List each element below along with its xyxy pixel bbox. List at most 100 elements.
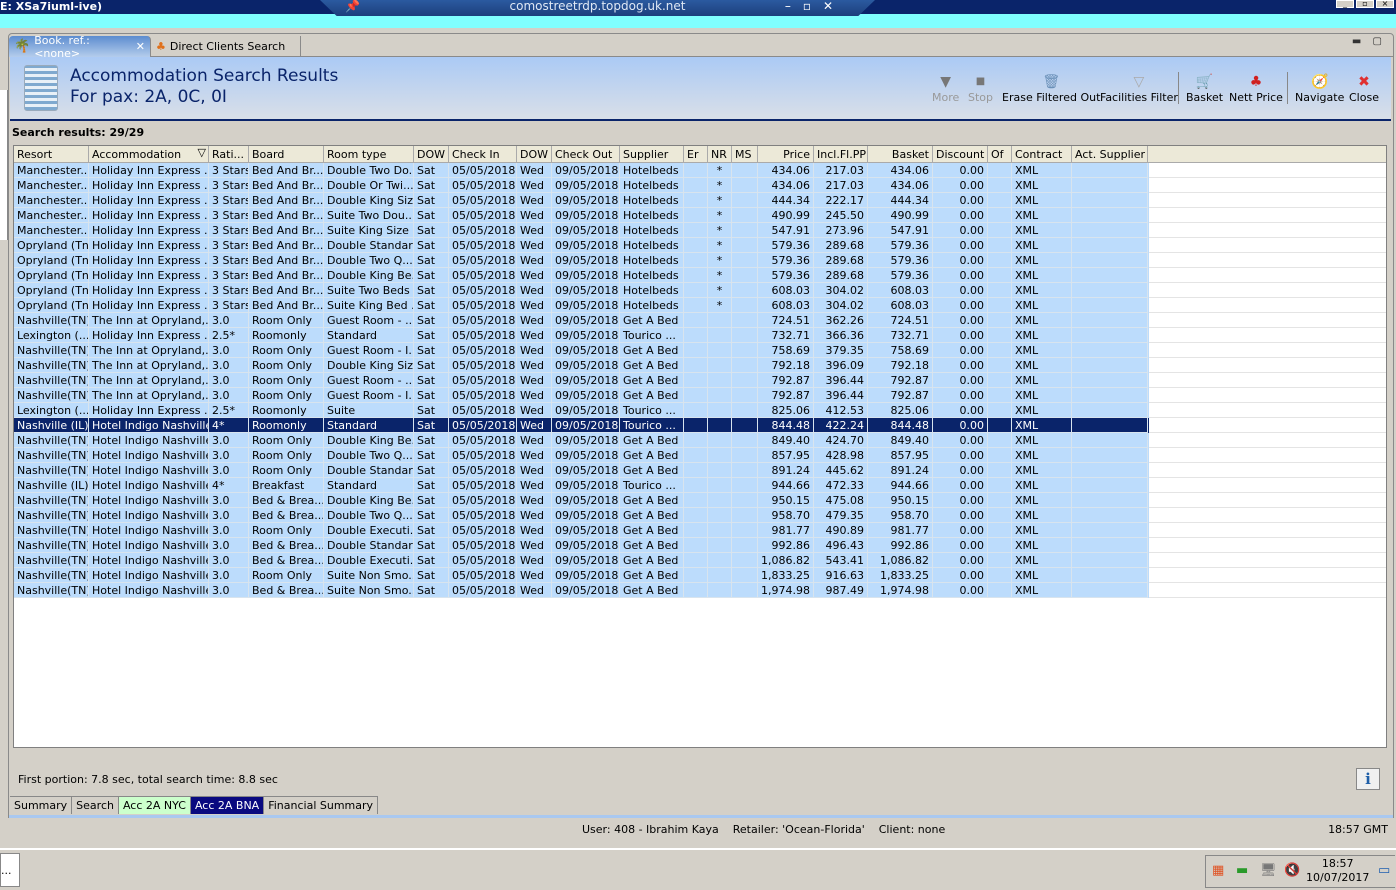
cell-accommodation: The Inn at Opryland,...: [89, 313, 209, 328]
cell-dow-out: Wed: [517, 313, 552, 328]
cell-contract: XML: [1012, 553, 1072, 568]
cell-incl-fl-pp: 472.33: [814, 478, 868, 493]
bottom-tab-bar: Summary Search Acc 2A NYC Acc 2A BNA Financi…: [10, 796, 379, 814]
bottom-tab-acc-2a-bna[interactable]: Acc 2A BNA: [190, 797, 265, 814]
table-row[interactable]: Nashville (IL) Hotel Indigo Nashville 4* Ro…: [14, 418, 1149, 433]
bottom-tab-search[interactable]: Search: [72, 797, 119, 814]
column-header-ms[interactable]: MS: [732, 146, 758, 163]
table-row[interactable]: Manchester... Holiday Inn Express ... 3 St…: [14, 163, 1149, 178]
cell-of: [988, 583, 1012, 598]
column-header-room-type[interactable]: Room type: [324, 146, 414, 163]
nett-price-button[interactable]: ♣ Nett Price: [1229, 73, 1283, 104]
show-desktop-icon[interactable]: ▭: [1378, 863, 1390, 878]
cell-dow-in: Sat: [414, 238, 449, 253]
table-row[interactable]: Nashville(TN) Hotel Indigo Nashville 3.0 Be…: [14, 508, 1149, 523]
table-row[interactable]: Manchester... Holiday Inn Express ... 3 St…: [14, 223, 1149, 238]
cell-board: Bed And Br...: [249, 163, 324, 178]
table-row[interactable]: Lexington (... Holiday Inn Express ... 2.5…: [14, 403, 1149, 418]
more-button[interactable]: ▼ More: [932, 73, 959, 104]
column-header-accommodation[interactable]: Accommodation ▽: [89, 146, 209, 163]
table-row[interactable]: Opryland (Tn) Holiday Inn Express ... 3 St…: [14, 238, 1149, 253]
cell-supplier: Get A Bed: [620, 508, 684, 523]
close-window-button[interactable]: ×: [1376, 0, 1394, 8]
column-header-dow-in[interactable]: DOW: [414, 146, 449, 163]
cell-act-supplier: [1072, 388, 1148, 403]
table-row[interactable]: Nashville(TN) Hotel Indigo Nashville 3.0 Ro…: [14, 448, 1149, 463]
minimize-button[interactable]: _: [1336, 0, 1354, 8]
network-card-icon[interactable]: ▬: [1236, 863, 1248, 878]
cell-er: [684, 418, 708, 433]
navigate-button[interactable]: 🧭 Navigate: [1295, 73, 1344, 104]
column-header-act-supplier[interactable]: Act. Supplier: [1072, 146, 1148, 163]
table-row[interactable]: Manchester... Holiday Inn Express ... 3 St…: [14, 193, 1149, 208]
erase-filtered-out-button[interactable]: 🗑 Erase Filtered Out: [1002, 73, 1100, 104]
column-header-nr[interactable]: NR: [708, 146, 732, 163]
cell-contract: XML: [1012, 508, 1072, 523]
column-header-of[interactable]: Of: [988, 146, 1012, 163]
column-header-rating[interactable]: Rati...: [209, 146, 249, 163]
taskbar-item[interactable]: ...: [0, 853, 20, 887]
table-row[interactable]: Manchester... Holiday Inn Express ... 3 St…: [14, 178, 1149, 193]
stop-button[interactable]: ■ Stop: [968, 73, 993, 104]
antivirus-icon[interactable]: ▦: [1212, 863, 1224, 878]
table-row[interactable]: Nashville(TN) Hotel Indigo Nashville 3.0 Be…: [14, 583, 1149, 598]
table-row[interactable]: Nashville(TN) Hotel Indigo Nashville 3.0 Ro…: [14, 463, 1149, 478]
column-header-board[interactable]: Board: [249, 146, 324, 163]
table-row[interactable]: Nashville (IL) Hotel Indigo Nashville 4* Br…: [14, 478, 1149, 493]
restore-button[interactable]: ▫: [1356, 0, 1374, 8]
column-header-discount[interactable]: Discount: [933, 146, 988, 163]
pin-icon[interactable]: 📌: [345, 0, 360, 12]
column-header-resort[interactable]: Resort: [14, 146, 89, 163]
bottom-tab-summary[interactable]: Summary: [10, 797, 73, 814]
close-button[interactable]: ✖ Close: [1349, 73, 1379, 104]
tab-booking[interactable]: 🌴 Book. ref.: <none> ✕: [9, 34, 151, 60]
table-row[interactable]: Opryland (Tn) Holiday Inn Express ... 3 St…: [14, 268, 1149, 283]
network-icon[interactable]: 🖥: [1260, 863, 1277, 878]
rdp-window-controls[interactable]: –▫✕: [785, 0, 845, 12]
column-header-price[interactable]: Price: [758, 146, 814, 163]
table-row[interactable]: Nashville(TN) Hotel Indigo Nashville 3.0 Be…: [14, 538, 1149, 553]
table-row[interactable]: Nashville(TN) Hotel Indigo Nashville 3.0 Be…: [14, 493, 1149, 508]
column-header-check-in[interactable]: Check In: [449, 146, 517, 163]
volume-muted-icon[interactable]: 🔇: [1284, 863, 1300, 878]
table-row[interactable]: Nashville(TN) Hotel Indigo Nashville 3.0 Ro…: [14, 568, 1149, 583]
cell-resort: Opryland (Tn): [14, 283, 89, 298]
table-row[interactable]: Nashville(TN) Hotel Indigo Nashville 3.0 Ro…: [14, 523, 1149, 538]
column-header-check-out[interactable]: Check Out: [552, 146, 620, 163]
table-row[interactable]: Nashville(TN) The Inn at Opryland,... 3.0 R…: [14, 373, 1149, 388]
table-row[interactable]: Opryland (Tn) Holiday Inn Express ... 3 St…: [14, 283, 1149, 298]
cell-of: [988, 313, 1012, 328]
cell-discount: 0.00: [933, 583, 988, 598]
cell-check-in: 05/05/2018: [449, 373, 517, 388]
facilities-filter-button[interactable]: ▽ Facilities Filter: [1100, 73, 1178, 104]
table-row[interactable]: Nashville(TN) The Inn at Opryland,... 3.0 R…: [14, 313, 1149, 328]
cell-er: [684, 328, 708, 343]
filter-icon[interactable]: ▽: [198, 146, 206, 159]
column-header-contract[interactable]: Contract: [1012, 146, 1072, 163]
column-header-incl-fl-pp[interactable]: Incl.Fl.PP: [814, 146, 868, 163]
cell-dow-out: Wed: [517, 253, 552, 268]
tab-direct-clients-search[interactable]: ♣ Direct Clients Search: [151, 36, 301, 57]
column-header-er[interactable]: Er: [684, 146, 708, 163]
bottom-tab-financial-summary[interactable]: Financial Summary: [264, 797, 379, 814]
clock[interactable]: 18:57 10/07/2017: [1306, 857, 1369, 885]
table-row[interactable]: Nashville(TN) The Inn at Opryland,... 3.0 R…: [14, 388, 1149, 403]
cell-check-in: 05/05/2018: [449, 283, 517, 298]
bottom-tab-acc-2a-nyc[interactable]: Acc 2A NYC: [118, 797, 191, 814]
table-row[interactable]: Opryland (Tn) Holiday Inn Express ... 3 St…: [14, 253, 1149, 268]
close-tab-icon[interactable]: ✕: [136, 40, 145, 53]
table-row[interactable]: Opryland (Tn) Holiday Inn Express ... 3 St…: [14, 298, 1149, 313]
view-controls[interactable]: ▬ ▢: [1352, 36, 1386, 47]
table-row[interactable]: Manchester... Holiday Inn Express ... 3 St…: [14, 208, 1149, 223]
basket-button[interactable]: 🛒 Basket: [1186, 73, 1223, 104]
table-row[interactable]: Nashville(TN) The Inn at Opryland,... 3.0 R…: [14, 343, 1149, 358]
table-row[interactable]: Lexington (... Holiday Inn Express ... 2.5…: [14, 328, 1149, 343]
table-row[interactable]: Nashville(TN) Hotel Indigo Nashville 3.0 Ro…: [14, 433, 1149, 448]
cell-incl-fl-pp: 475.08: [814, 493, 868, 508]
column-header-dow-out[interactable]: DOW: [517, 146, 552, 163]
info-button[interactable]: i: [1356, 768, 1380, 790]
column-header-supplier[interactable]: Supplier: [620, 146, 684, 163]
table-row[interactable]: Nashville(TN) The Inn at Opryland,... 3.0 R…: [14, 358, 1149, 373]
column-header-basket[interactable]: Basket: [868, 146, 933, 163]
table-row[interactable]: Nashville(TN) Hotel Indigo Nashville 3.0 Be…: [14, 553, 1149, 568]
